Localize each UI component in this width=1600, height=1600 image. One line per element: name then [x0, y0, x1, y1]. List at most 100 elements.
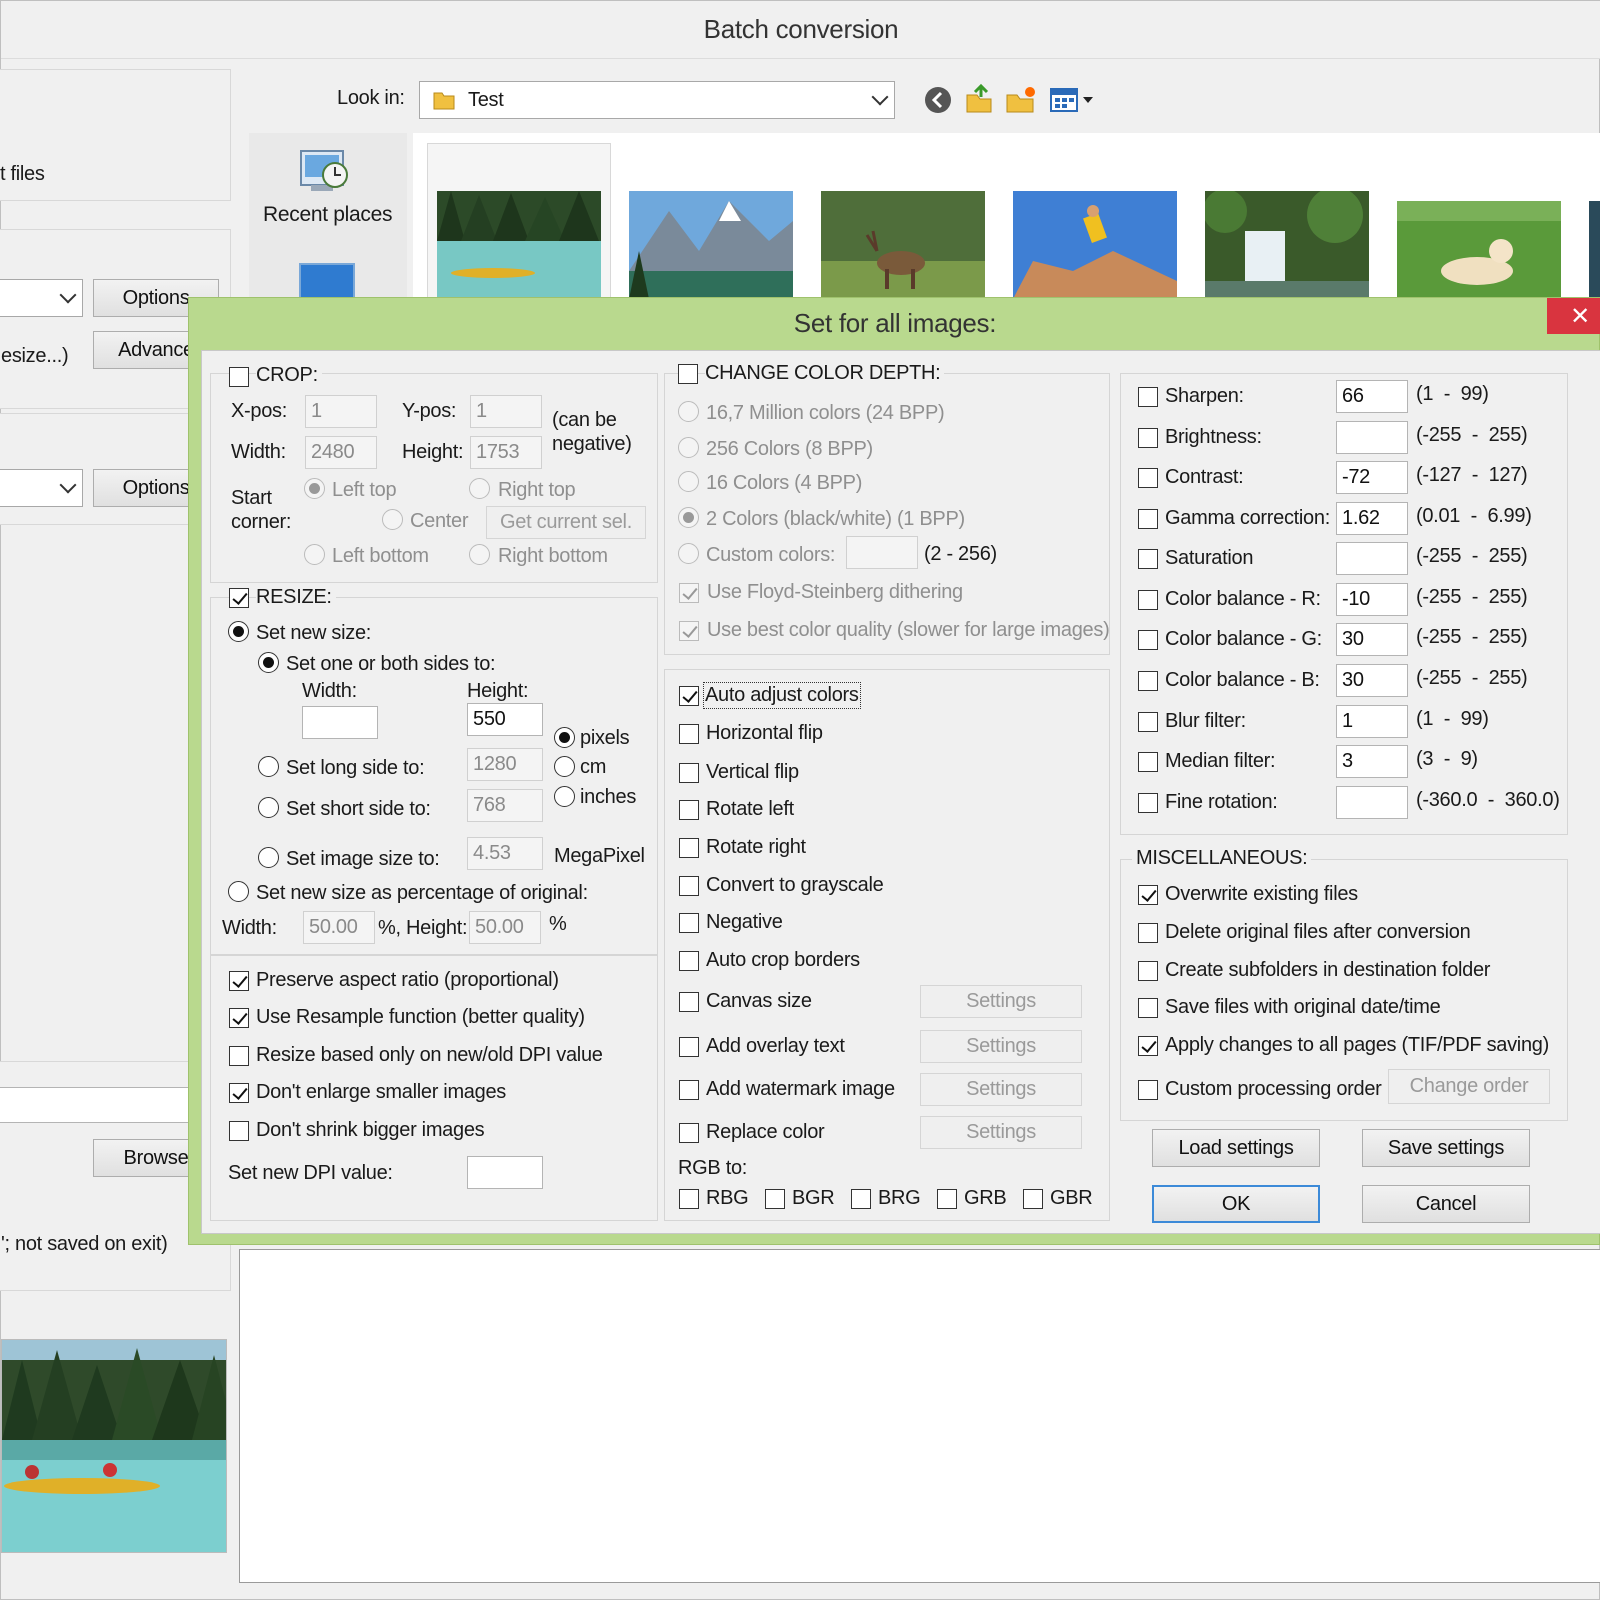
set-new-size-radio[interactable]: [228, 621, 249, 642]
recent-places-icon[interactable]: [293, 145, 363, 205]
contrast-checkbox[interactable]: [1138, 468, 1158, 488]
up-folder-icon[interactable]: [963, 83, 995, 115]
thumbnail-elk[interactable]: [821, 191, 985, 299]
new-folder-icon[interactable]: [1005, 83, 1037, 115]
gamma-correction-checkbox[interactable]: [1138, 509, 1158, 529]
median-filter-checkbox[interactable]: [1138, 752, 1158, 772]
thumbnail-jumper[interactable]: [1013, 191, 1177, 299]
color-balance-r-input[interactable]: -10: [1336, 583, 1408, 616]
auto-crop-checkbox[interactable]: [679, 951, 699, 971]
color-balance-g-checkbox[interactable]: [1138, 630, 1158, 650]
delete-original-checkbox[interactable]: [1138, 923, 1158, 943]
destination-path-input[interactable]: [0, 1087, 193, 1123]
blur-filter-checkbox[interactable]: [1138, 712, 1158, 732]
pct-width-input[interactable]: 50.00: [303, 911, 375, 944]
color-balance-b-input[interactable]: 30: [1336, 664, 1408, 697]
color-24bpp-radio[interactable]: [678, 401, 699, 422]
best-quality-checkbox[interactable]: [679, 621, 699, 641]
dont-enlarge-checkbox[interactable]: [229, 1083, 249, 1103]
watermark-checkbox[interactable]: [679, 1080, 699, 1100]
create-subfolders-checkbox[interactable]: [1138, 961, 1158, 981]
back-icon[interactable]: [923, 85, 953, 115]
cancel-button[interactable]: Cancel: [1362, 1185, 1530, 1223]
resize-dpi-checkbox[interactable]: [229, 1046, 249, 1066]
rotate-left-checkbox[interactable]: [679, 800, 699, 820]
recent-places-label[interactable]: Recent places: [263, 203, 392, 227]
color-1bpp-radio[interactable]: [678, 507, 699, 528]
dpi-input[interactable]: [467, 1156, 543, 1189]
ok-button[interactable]: OK: [1152, 1185, 1320, 1223]
thumbnail-canoe[interactable]: [437, 191, 601, 299]
saturation-input[interactable]: [1336, 542, 1408, 575]
output-format-dropdown[interactable]: [0, 469, 83, 507]
inches-radio[interactable]: [554, 786, 575, 807]
save-settings-button[interactable]: Save settings: [1362, 1129, 1530, 1167]
gamma-correction-input[interactable]: 1.62: [1336, 502, 1408, 535]
left-top-radio[interactable]: [304, 478, 325, 499]
median-filter-input[interactable]: 3: [1336, 745, 1408, 778]
grayscale-checkbox[interactable]: [679, 876, 699, 896]
resize-width-input[interactable]: [302, 706, 378, 739]
pixels-radio[interactable]: [554, 727, 575, 748]
custom-colors-input[interactable]: [846, 536, 918, 569]
resize-checkbox[interactable]: [229, 588, 249, 608]
brightness-input[interactable]: [1336, 421, 1408, 454]
resize-height-input[interactable]: 550: [467, 703, 543, 736]
get-current-sel-button[interactable]: Get current sel.: [486, 506, 646, 539]
thumbnail-dog[interactable]: [1397, 201, 1561, 299]
auto-adjust-checkbox[interactable]: [679, 686, 699, 706]
fine-rotation-input[interactable]: [1336, 786, 1408, 819]
brg-checkbox[interactable]: [851, 1189, 871, 1209]
load-settings-button[interactable]: Load settings: [1152, 1129, 1320, 1167]
cm-radio[interactable]: [554, 756, 575, 777]
hflip-checkbox[interactable]: [679, 724, 699, 744]
sharpen-input[interactable]: 66: [1336, 380, 1408, 413]
set-long-side-radio[interactable]: [258, 756, 279, 777]
floyd-checkbox[interactable]: [679, 583, 699, 603]
thumbnail-waterfall[interactable]: [1205, 191, 1369, 299]
format-dropdown[interactable]: [0, 279, 83, 317]
negative-checkbox[interactable]: [679, 913, 699, 933]
crop-xpos-input[interactable]: 1: [305, 395, 377, 428]
brightness-checkbox[interactable]: [1138, 428, 1158, 448]
saturation-checkbox[interactable]: [1138, 549, 1158, 569]
pct-height-input[interactable]: 50.00: [469, 911, 541, 944]
overwrite-checkbox[interactable]: [1138, 885, 1158, 905]
crop-height-input[interactable]: 1753: [470, 436, 542, 469]
set-short-side-radio[interactable]: [258, 797, 279, 818]
crop-checkbox[interactable]: [229, 367, 249, 387]
right-bottom-radio[interactable]: [469, 544, 490, 565]
overlay-text-checkbox[interactable]: [679, 1037, 699, 1057]
overlay-settings-button[interactable]: Settings: [920, 1030, 1082, 1063]
custom-order-checkbox[interactable]: [1138, 1080, 1158, 1100]
grb-checkbox[interactable]: [937, 1189, 957, 1209]
gbr-checkbox[interactable]: [1023, 1189, 1043, 1209]
image-size-input[interactable]: 4.53: [467, 837, 543, 870]
set-one-or-both-radio[interactable]: [258, 652, 279, 673]
apply-all-pages-checkbox[interactable]: [1138, 1036, 1158, 1056]
save-date-checkbox[interactable]: [1138, 998, 1158, 1018]
watermark-settings-button[interactable]: Settings: [920, 1073, 1082, 1106]
sharpen-checkbox[interactable]: [1138, 387, 1158, 407]
center-radio[interactable]: [382, 509, 403, 530]
set-percentage-radio[interactable]: [228, 881, 249, 902]
color-balance-b-checkbox[interactable]: [1138, 671, 1158, 691]
short-side-input[interactable]: 768: [467, 789, 543, 822]
color-depth-checkbox[interactable]: [678, 364, 698, 384]
color-balance-g-input[interactable]: 30: [1336, 623, 1408, 656]
thumbnail-partial[interactable]: [1589, 201, 1600, 299]
color-8bpp-radio[interactable]: [678, 437, 699, 458]
bgr-checkbox[interactable]: [765, 1189, 785, 1209]
use-resample-checkbox[interactable]: [229, 1008, 249, 1028]
set-image-size-radio[interactable]: [258, 847, 279, 868]
view-menu-icon[interactable]: [1049, 85, 1097, 115]
replace-color-checkbox[interactable]: [679, 1123, 699, 1143]
custom-colors-radio[interactable]: [678, 543, 699, 564]
close-icon[interactable]: ✕: [1547, 298, 1600, 334]
dont-shrink-checkbox[interactable]: [229, 1121, 249, 1141]
look-in-dropdown[interactable]: Test: [419, 81, 895, 119]
canvas-settings-button[interactable]: Settings: [920, 985, 1082, 1018]
canvas-size-checkbox[interactable]: [679, 992, 699, 1012]
color-4bpp-radio[interactable]: [678, 471, 699, 492]
replace-color-settings-button[interactable]: Settings: [920, 1116, 1082, 1149]
